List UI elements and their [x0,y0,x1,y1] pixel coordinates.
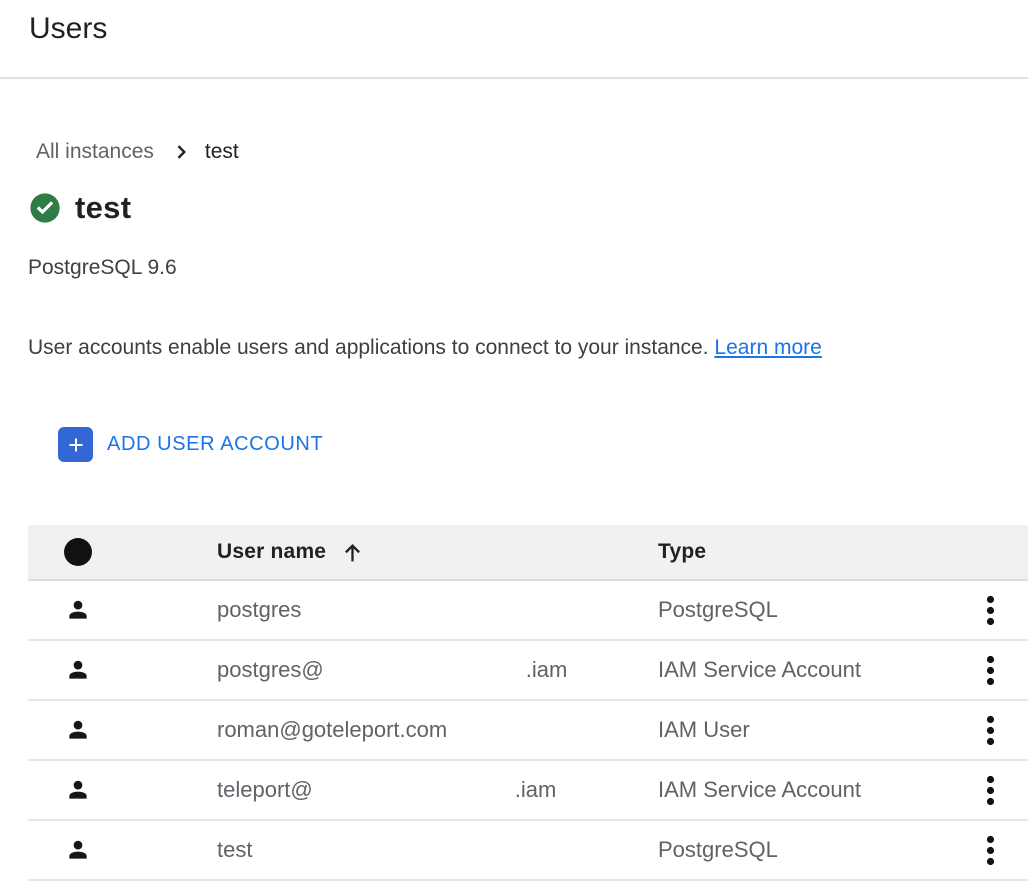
column-header-type[interactable]: Type [658,540,952,564]
instance-heading: test [28,191,1028,225]
user-name: postgres@ [217,657,324,683]
breadcrumb-all-instances-link[interactable]: All instances [36,140,154,164]
select-all-circle-icon[interactable] [64,538,92,566]
table-header-row: User name Type [28,525,1028,581]
person-icon [65,597,91,623]
breadcrumb-current: test [205,140,239,164]
user-name: roman@goteleport.com [217,717,447,743]
person-icon [65,837,91,863]
learn-more-link[interactable]: Learn more [714,336,821,359]
intro-paragraph: User accounts enable users and applicati… [28,336,1028,361]
user-name-suffix: .iam [515,777,557,803]
person-icon [65,657,91,683]
row-icon-cell [28,777,217,803]
user-type: PostgreSQL [658,597,952,623]
column-header-user-name[interactable]: User name [217,540,658,565]
user-type: PostgreSQL [658,837,952,863]
redacted-project-gap [313,796,515,797]
status-ok-check-icon [29,192,61,224]
user-name-suffix: .iam [526,657,568,683]
row-menu-button[interactable] [978,831,1003,870]
person-icon [65,777,91,803]
redacted-project-gap [324,676,526,677]
content: All instances test test PostgreSQL 9.6 U… [0,139,1028,881]
type-header-label: Type [658,540,706,564]
table-row: teleport@ .iam IAM Service Account [28,761,1028,821]
add-user-account-button[interactable]: ADD USER ACCOUNT [58,427,323,462]
row-icon-cell [28,717,217,743]
chevron-right-icon [170,141,192,163]
table-row: roman@goteleport.com IAM User [28,701,1028,761]
user-type: IAM User [658,717,952,743]
engine-version: PostgreSQL 9.6 [28,256,1028,280]
intro-text: User accounts enable users and applicati… [28,336,709,359]
person-icon [65,717,91,743]
page-title: Users [29,10,107,48]
row-icon-cell [28,657,217,683]
user-name: postgres [217,597,301,623]
user-type: IAM Service Account [658,777,952,803]
row-menu-button[interactable] [978,771,1003,810]
row-menu-button[interactable] [978,651,1003,690]
row-icon-cell [28,837,217,863]
page-header: Users [0,0,1028,79]
row-menu-button[interactable] [978,711,1003,750]
row-menu-button[interactable] [978,591,1003,630]
breadcrumb: All instances test [36,139,1028,165]
user-name: teleport@ [217,777,313,803]
table-row: postgres@ .iam IAM Service Account [28,641,1028,701]
instance-name: test [75,190,131,226]
table-row: postgres PostgreSQL [28,581,1028,641]
select-all-cell [28,538,217,566]
row-icon-cell [28,597,217,623]
user-name: test [217,837,252,863]
add-plus-icon [58,427,93,462]
table-row: test PostgreSQL [28,821,1028,881]
users-table: User name Type postgres PostgreSQL [28,525,1028,881]
sort-ascending-arrow-icon [340,540,365,565]
add-user-account-label: ADD USER ACCOUNT [107,433,323,456]
user-type: IAM Service Account [658,657,952,683]
user-name-header-label: User name [217,540,326,564]
